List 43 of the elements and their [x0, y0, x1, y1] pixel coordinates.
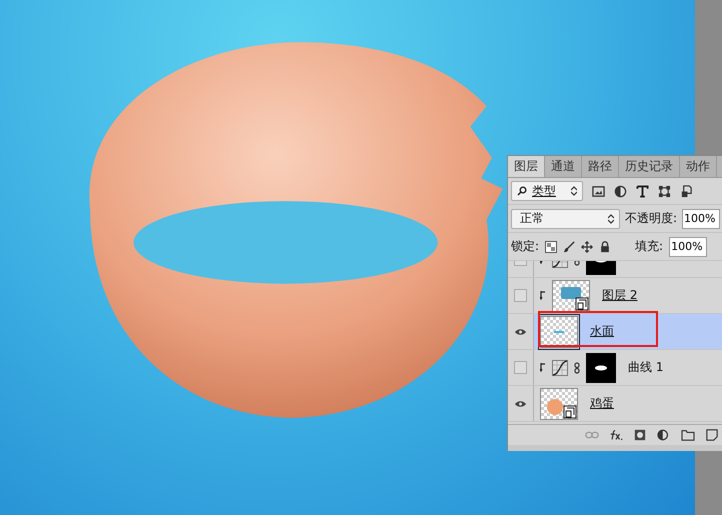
layer-name: 曲线 1: [628, 359, 664, 376]
layer-name: 鸡蛋: [590, 395, 614, 412]
fx-icon[interactable]: [609, 429, 623, 441]
mask-icon[interactable]: [633, 429, 647, 441]
half-circle-icon[interactable]: [614, 184, 627, 198]
layer-row[interactable]: 图层 2: [508, 278, 722, 314]
transform-icon[interactable]: [658, 184, 671, 198]
link-icon: [574, 362, 580, 374]
image-icon[interactable]: [592, 184, 605, 198]
brush-icon[interactable]: [563, 240, 576, 252]
lock-label: 锁定:: [511, 238, 540, 255]
opacity-field[interactable]: 100%: [682, 208, 720, 228]
mask-thumbnail: [586, 352, 616, 382]
layer-row[interactable]: [508, 261, 722, 278]
new-layer-icon[interactable]: [705, 429, 719, 441]
eye-icon[interactable]: [514, 328, 527, 336]
layer-thumbnail: [540, 316, 578, 348]
filter-value: 类型: [532, 182, 556, 200]
layer-name: 图层 2: [602, 287, 638, 304]
layer-row[interactable]: 鸡蛋: [508, 386, 722, 422]
blend-mode-dropdown[interactable]: 正常: [511, 208, 620, 228]
layer-name: 水面: [590, 323, 614, 340]
panel-tab[interactable]: 图层: [508, 156, 545, 177]
lock-icon[interactable]: [599, 240, 612, 252]
updown-icon: [608, 214, 614, 224]
curves-icon: [552, 360, 568, 376]
type-icon[interactable]: [636, 184, 649, 198]
document-icon[interactable]: [680, 184, 693, 198]
layer-thumbnail: [540, 388, 578, 420]
search-icon: [517, 186, 527, 196]
fill-label: 填充:: [635, 238, 664, 255]
layer-row[interactable]: 曲线 1: [508, 350, 722, 386]
updown-icon: [571, 186, 577, 196]
half-circle-icon[interactable]: [657, 429, 671, 441]
filter-dropdown[interactable]: 类型: [511, 181, 583, 201]
fill-field[interactable]: 100%: [669, 236, 708, 256]
checker-icon[interactable]: [545, 240, 558, 252]
folder-icon[interactable]: [681, 429, 695, 441]
opacity-label: 不透明度:: [624, 210, 677, 227]
layer-thumbnail: [552, 280, 590, 312]
eye-icon[interactable]: [514, 400, 527, 408]
blend-mode-value: 正常: [520, 210, 544, 227]
move-icon[interactable]: [581, 240, 594, 252]
